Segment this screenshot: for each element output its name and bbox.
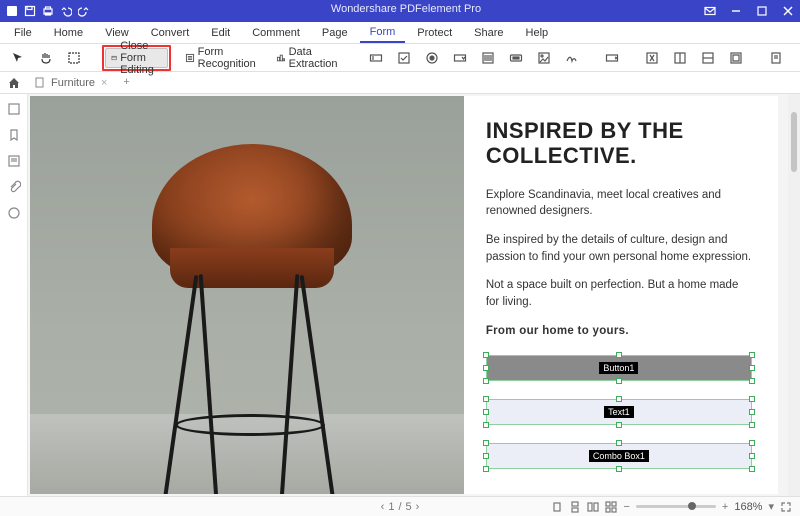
image-field-tool[interactable] [532,48,556,68]
attachments-icon[interactable] [7,180,21,194]
view-single-icon[interactable] [551,501,563,513]
combobox-tool[interactable] [448,48,472,68]
vertical-scrollbar[interactable] [788,94,800,496]
checkbox-tool[interactable] [392,48,416,68]
redo-icon[interactable] [78,5,90,17]
paragraph-1: Explore Scandinavia, meet local creative… [486,187,752,220]
thumbnails-icon[interactable] [7,102,21,116]
close-icon[interactable] [782,5,794,17]
form-text-field[interactable]: Text1 [486,399,752,425]
home-icon[interactable] [8,77,20,89]
menu-protect[interactable]: Protect [407,24,462,42]
zoom-dropdown-icon[interactable]: ▾ [768,500,774,513]
pdf-page[interactable]: INSPIRED BY THE COLLECTIVE. Explore Scan… [30,96,778,494]
doc-tab-label: Furniture [51,77,95,89]
tagline: From our home to yours. [486,323,752,340]
menu-page[interactable]: Page [312,24,358,42]
page-heading: INSPIRED BY THE COLLECTIVE. [486,118,752,169]
page-image-area [30,96,464,494]
button-tool[interactable] [504,48,528,68]
signature-tool[interactable] [560,48,584,68]
page-text-area: INSPIRED BY THE COLLECTIVE. Explore Scan… [464,96,778,494]
page-area: INSPIRED BY THE COLLECTIVE. Explore Scan… [28,94,800,496]
document-tab[interactable]: Furniture × [28,75,113,91]
form-tool-a[interactable] [640,48,664,68]
side-panel [0,94,28,496]
form-tool-b[interactable] [668,48,692,68]
pointer-tool[interactable] [6,48,30,68]
new-tab-button[interactable]: + [119,76,133,90]
doc-icon [34,77,45,88]
maximize-icon[interactable] [756,5,768,17]
view-facing-cont-icon[interactable] [605,501,617,513]
close-form-editing-button[interactable]: Close Form Editing [105,48,168,68]
page-next-icon[interactable]: › [416,501,420,513]
form-button-field[interactable]: Button1 [486,355,752,381]
menu-home[interactable]: Home [44,24,93,42]
properties-tool[interactable] [764,48,788,68]
app-title: Wondershare PDFelement Pro [6,3,800,15]
page-prev-icon[interactable]: ‹ [381,501,385,513]
status-bar: ‹ 1 / 5 › − + 168% ▾ [0,496,800,516]
search-panel-icon[interactable] [7,154,21,168]
more-fields-tool[interactable] [600,48,624,68]
paragraph-3: Not a space built on perfection. But a h… [486,277,752,310]
page-navigator: ‹ 1 / 5 › [381,501,420,513]
form-tool-c[interactable] [696,48,720,68]
bookmarks-icon[interactable] [7,128,21,142]
page-current: 1 [388,501,394,513]
menu-share[interactable]: Share [464,24,513,42]
select-tool[interactable] [62,48,86,68]
title-bar: Wondershare PDFelement Pro [0,0,800,22]
menu-edit[interactable]: Edit [201,24,240,42]
zoom-out-icon[interactable]: − [623,501,629,513]
data-extraction-button[interactable]: Data Extraction [270,48,348,68]
tab-close-icon[interactable]: × [101,77,107,89]
radio-tool[interactable] [420,48,444,68]
view-facing-icon[interactable] [587,501,599,513]
zoom-in-icon[interactable]: + [722,501,728,513]
zoom-slider[interactable] [636,505,716,508]
app-logo-icon [6,5,18,17]
document-tabstrip: Furniture × + [0,72,800,94]
zoom-value: 168% [734,501,762,513]
mail-icon[interactable] [704,5,716,17]
close-form-editing-highlight: Close Form Editing [102,45,171,71]
view-continuous-icon[interactable] [569,501,581,513]
comments-icon[interactable] [7,206,21,220]
menu-help[interactable]: Help [516,24,559,42]
menu-form[interactable]: Form [360,23,406,43]
scrollbar-thumb[interactable] [791,112,797,172]
minimize-icon[interactable] [730,5,742,17]
form-ribbon: Close Form Editing Form Recognition Data… [0,44,800,72]
menu-comment[interactable]: Comment [242,24,310,42]
form-tool-d[interactable] [724,48,748,68]
textfield-tool[interactable] [364,48,388,68]
hand-tool[interactable] [34,48,58,68]
undo-icon[interactable] [60,5,72,17]
page-total: 5 [406,501,412,513]
listbox-tool[interactable] [476,48,500,68]
print-icon[interactable] [42,5,54,17]
menu-file[interactable]: File [4,24,42,42]
chair-illustration [97,114,397,494]
fullscreen-icon[interactable] [780,501,792,513]
form-combo-field[interactable]: Combo Box1 [486,443,752,469]
worksurface: INSPIRED BY THE COLLECTIVE. Explore Scan… [0,94,800,496]
form-recognition-button[interactable]: Form Recognition [179,48,266,68]
paragraph-2: Be inspired by the details of culture, d… [486,232,752,265]
save-icon[interactable] [24,5,36,17]
